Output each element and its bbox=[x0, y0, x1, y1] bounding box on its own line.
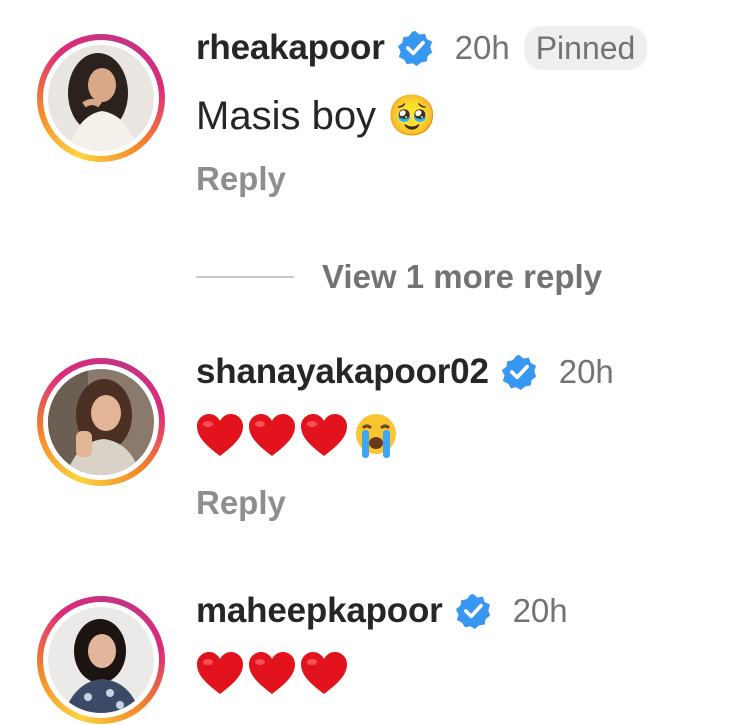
username[interactable]: rheakapoor bbox=[196, 28, 385, 68]
view-more-replies[interactable]: View 1 more reply bbox=[196, 258, 602, 296]
reply-button[interactable]: Reply bbox=[196, 484, 286, 522]
red-heart-icon bbox=[194, 648, 246, 700]
comment-emojis bbox=[194, 648, 350, 700]
timestamp: 20h bbox=[512, 592, 568, 629]
divider bbox=[196, 276, 294, 278]
story-ring[interactable] bbox=[37, 596, 165, 724]
red-heart-icon bbox=[298, 648, 350, 700]
reply-button[interactable]: Reply bbox=[196, 160, 286, 198]
username[interactable]: shanayakapoor02 bbox=[196, 352, 489, 392]
story-ring[interactable] bbox=[37, 34, 165, 162]
avatar[interactable] bbox=[48, 607, 154, 713]
timestamp: 20h bbox=[454, 29, 510, 66]
avatar[interactable] bbox=[48, 369, 154, 475]
comment-emojis bbox=[194, 410, 402, 462]
username[interactable]: maheepkapoor bbox=[196, 591, 443, 631]
view-more-replies-label[interactable]: View 1 more reply bbox=[322, 258, 602, 296]
avatar[interactable] bbox=[48, 45, 154, 151]
verified-badge-icon bbox=[397, 30, 433, 66]
verified-badge-icon bbox=[501, 354, 537, 390]
comment-text: Masis boy 🥹 bbox=[196, 94, 437, 138]
red-heart-icon bbox=[246, 410, 298, 462]
pinned-badge: Pinned bbox=[523, 26, 648, 70]
red-heart-icon bbox=[194, 410, 246, 462]
red-heart-icon bbox=[298, 410, 350, 462]
loudly-crying-face-icon bbox=[350, 410, 402, 462]
verified-badge-icon bbox=[455, 593, 491, 629]
story-ring[interactable] bbox=[37, 358, 165, 486]
timestamp: 20h bbox=[558, 353, 614, 390]
red-heart-icon bbox=[246, 648, 298, 700]
